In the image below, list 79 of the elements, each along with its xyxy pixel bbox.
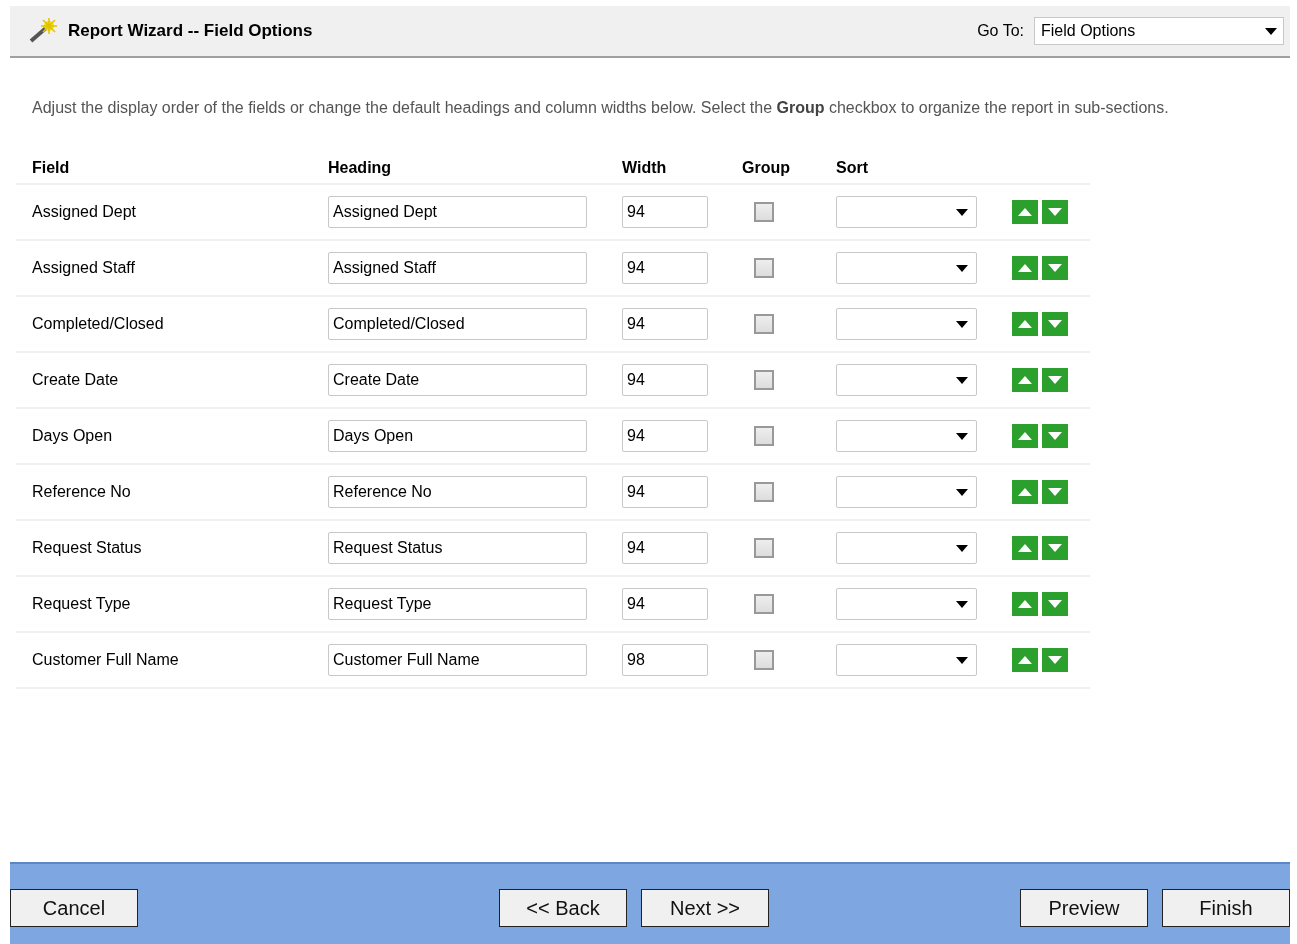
nav-button[interactable]: Preview xyxy=(1020,889,1148,927)
move-down-icon[interactable] xyxy=(1042,368,1068,392)
field-name: Customer Full Name xyxy=(31,651,180,669)
nav-button[interactable]: Cancel xyxy=(10,889,138,927)
group-checkbox[interactable] xyxy=(754,370,774,390)
caret-icon xyxy=(956,544,968,552)
group-checkbox[interactable] xyxy=(754,202,774,222)
move-up-icon[interactable] xyxy=(1012,480,1038,504)
field-name: Assigned Dept xyxy=(31,203,138,221)
goto-dropdown[interactable]: Field Options xyxy=(1034,17,1284,45)
move-down-icon[interactable] xyxy=(1042,200,1068,224)
width-input[interactable]: 94 xyxy=(622,364,708,396)
width-input[interactable]: 98 xyxy=(622,644,708,676)
caret-icon xyxy=(956,208,968,216)
group-checkbox[interactable] xyxy=(754,426,774,446)
group-checkbox[interactable] xyxy=(754,482,774,502)
heading-input[interactable]: Request Status xyxy=(328,532,587,564)
field-name: Create Date xyxy=(31,371,120,389)
group-checkbox[interactable] xyxy=(754,650,774,670)
goto-label: Go To: xyxy=(977,22,1024,40)
move-down-icon[interactable] xyxy=(1042,536,1068,560)
caret-icon xyxy=(1265,27,1277,35)
move-down-icon[interactable] xyxy=(1042,592,1068,616)
move-up-icon[interactable] xyxy=(1012,592,1038,616)
width-input[interactable]: 94 xyxy=(622,308,708,340)
move-up-icon[interactable] xyxy=(1012,424,1038,448)
heading-input[interactable]: Assigned Dept xyxy=(328,196,587,228)
column-header: Group xyxy=(742,159,791,177)
field-name: Days Open xyxy=(31,427,114,445)
move-down-icon[interactable] xyxy=(1042,480,1068,504)
move-down-icon[interactable] xyxy=(1042,256,1068,280)
width-input[interactable]: 94 xyxy=(622,532,708,564)
caret-icon xyxy=(956,600,968,608)
nav-button[interactable]: Finish xyxy=(1162,889,1290,927)
heading-input[interactable]: Customer Full Name xyxy=(328,644,587,676)
move-down-icon[interactable] xyxy=(1042,424,1068,448)
move-down-icon[interactable] xyxy=(1042,312,1068,336)
field-name: Completed/Closed xyxy=(31,315,165,333)
heading-input[interactable]: Completed/Closed xyxy=(328,308,587,340)
caret-icon xyxy=(956,432,968,440)
heading-input[interactable]: Assigned Staff xyxy=(328,252,587,284)
move-up-icon[interactable] xyxy=(1012,536,1038,560)
caret-icon xyxy=(956,656,968,664)
field-name: Assigned Staff xyxy=(31,259,136,277)
group-checkbox[interactable] xyxy=(754,538,774,558)
move-up-icon[interactable] xyxy=(1012,200,1038,224)
heading-input[interactable]: Create Date xyxy=(328,364,587,396)
field-name: Request Type xyxy=(31,595,132,613)
window-title: Report Wizard -- Field Options xyxy=(68,21,314,41)
caret-icon xyxy=(956,488,968,496)
heading-input[interactable]: Days Open xyxy=(328,420,587,452)
column-header: Field xyxy=(31,159,71,177)
width-input[interactable]: 94 xyxy=(622,476,708,508)
field-name: Reference No xyxy=(31,483,132,501)
move-up-icon[interactable] xyxy=(1012,312,1038,336)
group-checkbox[interactable] xyxy=(754,314,774,334)
move-up-icon[interactable] xyxy=(1012,648,1038,672)
column-header: Sort xyxy=(836,159,869,177)
nav-button[interactable]: << Back xyxy=(499,889,627,927)
width-input[interactable]: 94 xyxy=(622,588,708,620)
move-up-icon[interactable] xyxy=(1012,368,1038,392)
magic-wand-icon xyxy=(28,18,58,44)
caret-icon xyxy=(956,264,968,272)
move-down-icon[interactable] xyxy=(1042,648,1068,672)
heading-input[interactable]: Request Type xyxy=(328,588,587,620)
caret-icon xyxy=(956,376,968,384)
width-input[interactable]: 94 xyxy=(622,196,708,228)
move-up-icon[interactable] xyxy=(1012,256,1038,280)
field-name: Request Status xyxy=(31,539,143,557)
instructions-text: Adjust the display order of the fields or change the default headings and column widths below. Select the Group checkbox to organize the report in sub-sections. xyxy=(32,98,1170,118)
width-input[interactable]: 94 xyxy=(622,420,708,452)
column-header: Width xyxy=(622,159,668,177)
column-header: Heading xyxy=(328,159,393,177)
width-input[interactable]: 94 xyxy=(622,252,708,284)
heading-input[interactable]: Reference No xyxy=(328,476,587,508)
group-checkbox[interactable] xyxy=(754,258,774,278)
group-checkbox[interactable] xyxy=(754,594,774,614)
caret-icon xyxy=(956,320,968,328)
nav-button[interactable]: Next >> xyxy=(641,889,769,927)
